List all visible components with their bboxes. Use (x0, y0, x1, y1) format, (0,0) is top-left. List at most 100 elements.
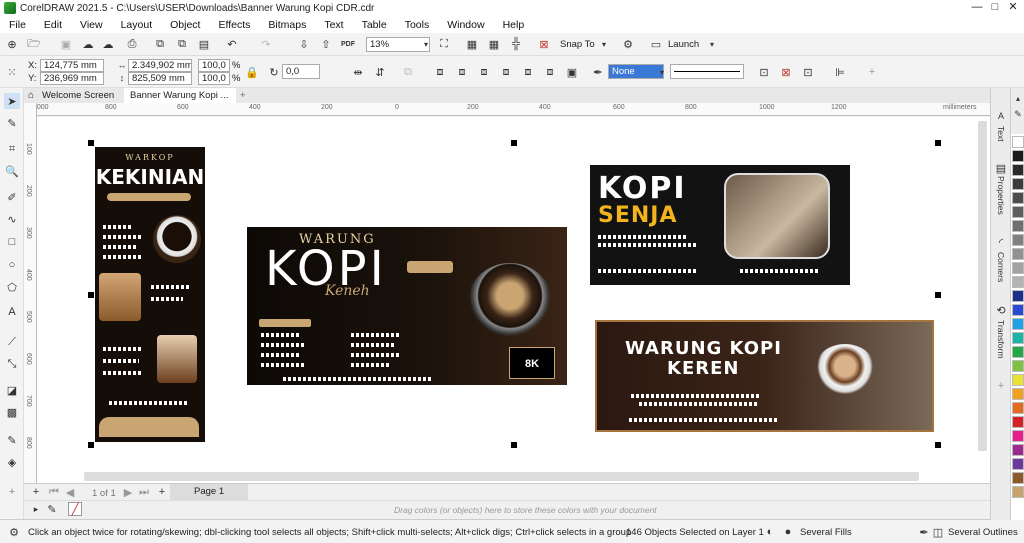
close-button[interactable]: ✕ (1002, 0, 1024, 16)
palette-swatch[interactable] (1012, 150, 1024, 162)
next-page-icon[interactable]: ▶ (120, 484, 136, 500)
eyedropper-palette-icon[interactable]: ✎ (44, 501, 60, 517)
outline-pen-icon[interactable]: ✒ (590, 64, 606, 80)
mirror-vertical-icon[interactable]: ⇵ (372, 64, 388, 80)
object-origin-icon[interactable]: ⁙ (4, 64, 20, 80)
options-gear-icon[interactable]: ⚙ (620, 36, 636, 52)
menu-edit[interactable]: Edit (35, 19, 71, 31)
tab-welcome-screen[interactable]: ⌂ Welcome Screen (24, 88, 124, 103)
palette-swatch[interactable] (1012, 472, 1024, 484)
line-style-field[interactable] (670, 64, 744, 79)
docker-tab-text[interactable]: Text (996, 126, 1006, 142)
y-position-field[interactable]: 236,969 mm (40, 72, 104, 85)
ellipse-tool-icon[interactable]: ○ (4, 257, 20, 273)
shape-tool-icon[interactable]: ✎ (4, 115, 20, 131)
text-docker-icon[interactable]: A (993, 108, 1009, 124)
copy-style-icon[interactable]: ⧉ (152, 36, 168, 52)
import-icon[interactable]: ⇩ (296, 36, 312, 52)
redo-icon[interactable]: ↷ (258, 36, 274, 52)
interactive-fill-icon[interactable]: ◈ (4, 454, 20, 470)
docker-tab-corners[interactable]: Corners (996, 252, 1006, 282)
menu-window[interactable]: Window (438, 19, 493, 31)
rectangle-tool-icon[interactable]: □ (4, 234, 20, 250)
pick-tool-icon[interactable]: ➤ (4, 93, 20, 109)
outline-swatch-icon[interactable]: ◫ (930, 524, 946, 540)
previous-page-icon[interactable]: ◀ (62, 484, 78, 500)
palette-swatch[interactable] (1012, 318, 1024, 330)
mirror-horizontal-icon[interactable]: ⇹ (350, 64, 366, 80)
palette-swatch[interactable] (1012, 486, 1024, 498)
first-page-icon[interactable]: ⏮ (46, 484, 62, 500)
remove-outline-icon[interactable]: ⊠ (778, 64, 794, 80)
palette-swatch[interactable] (1012, 206, 1024, 218)
save-icon[interactable]: ▣ (58, 36, 74, 52)
menu-effects[interactable]: Effects (209, 19, 259, 31)
menu-text[interactable]: Text (315, 19, 352, 31)
palette-swatch[interactable] (1012, 304, 1024, 316)
banner-warung-kopi-keren[interactable]: WARUNG KOPI KEREN (595, 320, 934, 432)
export-icon[interactable]: ⇧ (318, 36, 334, 52)
palette-swatch[interactable] (1012, 136, 1024, 148)
launch-icon[interactable]: ▭ (648, 36, 664, 52)
width-field[interactable]: 2.349,902 mm (128, 59, 192, 72)
open-folder-icon[interactable]: 🗁 (26, 36, 42, 52)
transform-docker-icon[interactable]: ⟲ (993, 302, 1009, 318)
launch-dropdown[interactable]: Launch (668, 39, 699, 50)
group-icon[interactable]: ⧉ (400, 64, 416, 80)
lock-ratio-icon[interactable]: 🔒 (244, 64, 260, 80)
palette-swatch[interactable] (1012, 430, 1024, 442)
blend-tool-icon[interactable]: ⤡ (4, 356, 20, 372)
palette-swatch[interactable] (1012, 178, 1024, 190)
show-grid-icon[interactable]: ▦ (486, 36, 502, 52)
menu-table[interactable]: Table (353, 19, 396, 31)
launch-chevron-icon[interactable]: ▾ (704, 36, 720, 52)
menu-bitmaps[interactable]: Bitmaps (259, 19, 315, 31)
selection-handle[interactable] (511, 140, 517, 146)
palette-swatch[interactable] (1012, 220, 1024, 232)
palette-swatch[interactable] (1012, 402, 1024, 414)
vertical-scrollbar[interactable] (978, 121, 987, 451)
add-page-before-icon[interactable]: + (28, 484, 44, 500)
zoom-tool-icon[interactable]: 🔍 (4, 163, 20, 179)
palette-swatch[interactable] (1012, 234, 1024, 246)
create-boundary-icon[interactable]: ▣ (564, 64, 580, 80)
scale-x-field[interactable]: 100,0 (198, 59, 230, 72)
menu-view[interactable]: View (71, 19, 112, 31)
palette-swatch[interactable] (1012, 248, 1024, 260)
cloud-upload-icon[interactable]: ☁ (80, 36, 96, 52)
undo-icon[interactable]: ↶ (224, 36, 240, 52)
selection-handle[interactable] (935, 442, 941, 448)
outline-width-chevron-icon[interactable]: ▾ (654, 64, 670, 80)
add-docker-icon[interactable]: + (993, 378, 1009, 394)
new-document-icon[interactable]: ⊕ (4, 36, 20, 52)
height-field[interactable]: 825,509 mm (128, 72, 192, 85)
palette-chevron-icon[interactable]: ▸ (28, 501, 44, 517)
palette-swatch[interactable] (1012, 346, 1024, 358)
palette-swatch[interactable] (1012, 290, 1024, 302)
properties-docker-icon[interactable]: ▤ (993, 160, 1009, 176)
corners-docker-icon[interactable]: ◜ (993, 234, 1009, 250)
selection-handle[interactable] (88, 442, 94, 448)
selection-handle[interactable] (88, 140, 94, 146)
show-rulers-icon[interactable]: ▦ (464, 36, 480, 52)
page-tab-1[interactable]: Page 1 (170, 484, 249, 500)
horizontal-scrollbar[interactable] (84, 472, 919, 481)
crop-tool-icon[interactable]: ⌗ (4, 141, 20, 157)
palette-swatch[interactable] (1012, 374, 1024, 386)
palette-swatch[interactable] (1012, 416, 1024, 428)
zoom-dropdown-icon[interactable]: ▾ (418, 36, 434, 52)
palette-swatch[interactable] (1012, 192, 1024, 204)
transparency-tool-icon[interactable]: ▩ (4, 404, 20, 420)
snap-off-icon[interactable]: ⊠ (536, 36, 552, 52)
palette-swatch[interactable] (1012, 388, 1024, 400)
rotation-angle-field[interactable]: 0,0 (282, 64, 320, 79)
scale-y-field[interactable]: 100,0 (198, 72, 230, 85)
docker-tab-properties[interactable]: Properties (996, 176, 1006, 215)
docker-tab-transform[interactable]: Transform (996, 320, 1006, 358)
banner-warung-kopi-keneh[interactable]: WARUNG KOPI Keneh 8K (247, 227, 567, 385)
selection-handle[interactable] (935, 140, 941, 146)
palette-swatch[interactable] (1012, 262, 1024, 274)
status-gear-icon[interactable]: ⚙ (6, 524, 22, 540)
add-toolbar-icon[interactable]: + (864, 64, 880, 80)
front-minus-back-icon[interactable]: ⧈ (520, 64, 536, 80)
